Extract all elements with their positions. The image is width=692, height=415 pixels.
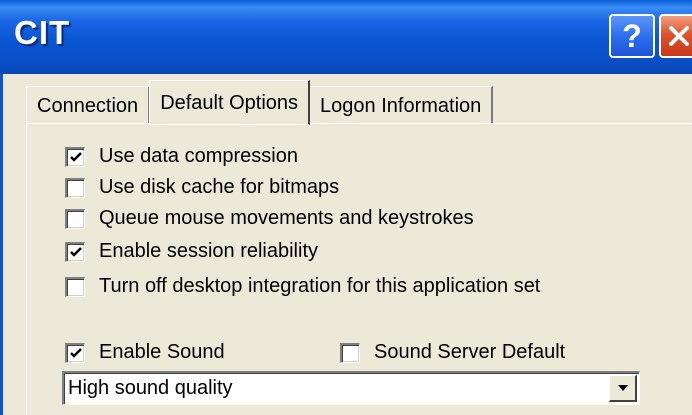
tab-logon-information[interactable]: Logon Information (309, 86, 494, 124)
desktop-integration-label: Turn off desktop integration for this ap… (99, 275, 541, 297)
queue-mouse-label: Queue mouse movements and keystrokes (99, 207, 474, 229)
use-disk-cache-checkbox[interactable] (65, 177, 85, 198)
tab-label: Logon Information (320, 95, 482, 117)
queue-mouse-option[interactable]: Queue mouse movements and keystrokes (65, 207, 474, 230)
help-button[interactable]: ? (609, 14, 655, 58)
desktop-integration-option[interactable]: Turn off desktop integration for this ap… (65, 275, 540, 298)
tab-label: Connection (37, 95, 139, 117)
sound-quality-select[interactable]: High sound quality (62, 371, 640, 405)
tab-default-options[interactable]: Default Options (149, 80, 311, 125)
enable-sound-option[interactable]: Enable Sound (65, 341, 225, 364)
sound-server-default-option[interactable]: Sound Server Default (340, 341, 565, 364)
queue-mouse-checkbox[interactable] (65, 208, 85, 229)
session-reliability-option[interactable]: Enable session reliability (65, 240, 318, 263)
use-data-compression-checkbox[interactable] (65, 146, 85, 167)
desktop-integration-checkbox[interactable] (65, 276, 85, 297)
window-title: CIT (14, 14, 71, 51)
enable-sound-label: Enable Sound (99, 341, 225, 363)
use-disk-cache-label: Use disk cache for bitmaps (99, 176, 340, 198)
session-reliability-label: Enable session reliability (99, 240, 319, 262)
checkmark-icon (69, 348, 82, 358)
sound-server-default-label: Sound Server Default (374, 341, 566, 363)
help-icon: ? (622, 17, 642, 54)
tab-label: Default Options (160, 92, 299, 114)
checkmark-icon (69, 247, 82, 257)
sound-quality-value: High sound quality (68, 377, 233, 399)
title-bar: CIT ? (0, 0, 692, 74)
checkmark-icon (69, 152, 82, 162)
close-icon (669, 26, 689, 46)
enable-sound-checkbox[interactable] (65, 342, 85, 363)
close-button[interactable] (659, 14, 692, 58)
tab-connection[interactable]: Connection (26, 86, 151, 124)
sound-server-default-checkbox[interactable] (340, 342, 360, 363)
dropdown-button[interactable] (609, 375, 637, 402)
use-disk-cache-option[interactable]: Use disk cache for bitmaps (65, 176, 339, 199)
use-data-compression-label: Use data compression (99, 145, 298, 167)
chevron-down-icon (617, 385, 628, 391)
tab-strip: Connection Default Options Logon Informa… (26, 78, 494, 125)
use-data-compression-option[interactable]: Use data compression (65, 145, 298, 168)
session-reliability-checkbox[interactable] (65, 241, 85, 262)
